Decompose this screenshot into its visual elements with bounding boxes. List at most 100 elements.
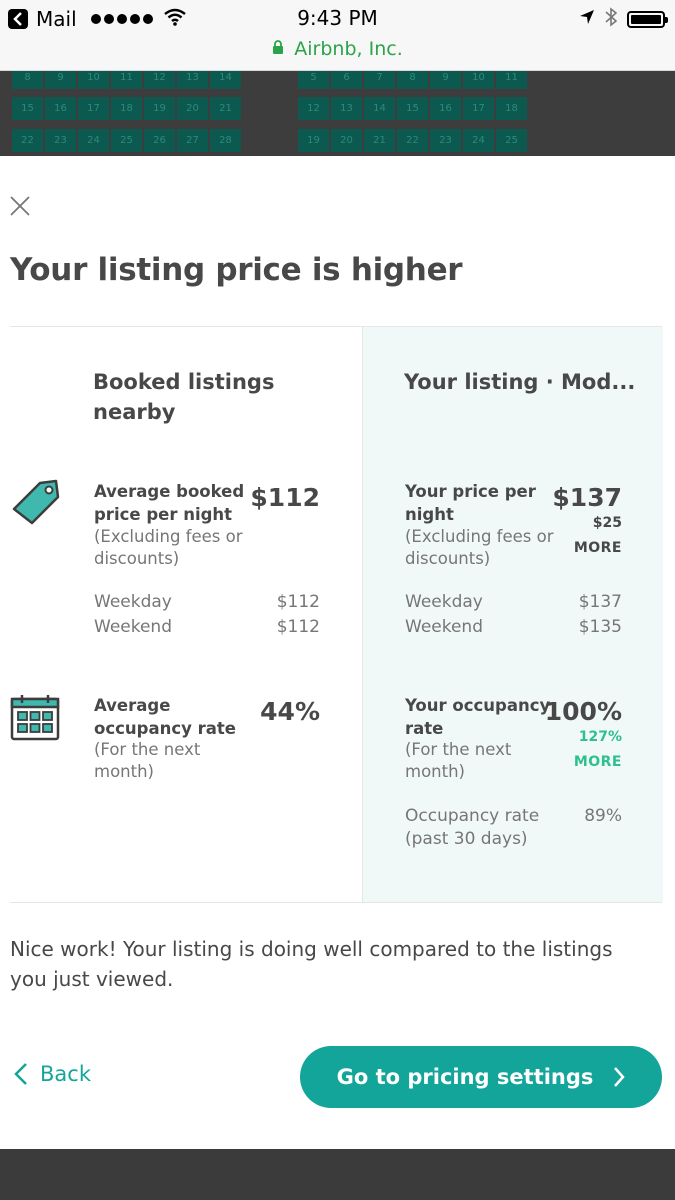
calendar-day-cell[interactable]: 15 (12, 97, 43, 120)
calendar-day-cell[interactable]: 25 (496, 129, 527, 152)
calendar-icon (10, 693, 60, 747)
occupancy-diff-label: MORE (573, 754, 622, 770)
calendar-day-cell[interactable]: 26 (144, 129, 175, 152)
weekend-label: Weekend (94, 617, 172, 637)
close-button[interactable] (8, 194, 32, 218)
close-icon (10, 196, 30, 216)
calendar-week-row: 5 6 7 8 9 10 11 (298, 71, 527, 89)
your-weekend-label: Weekend (405, 617, 483, 637)
calendar-day-cell[interactable]: 18 (496, 97, 527, 120)
avg-occupancy-value: 44% (260, 697, 320, 726)
calendar-day-cell[interactable]: 21 (364, 129, 395, 152)
calendar-day-cell[interactable]: 25 (111, 129, 142, 152)
calendar-day-cell[interactable]: 17 (463, 97, 494, 120)
calendar-week-row: 19 20 21 22 23 24 25 (298, 129, 527, 152)
avg-occupancy-sublabel: (For the next month) (94, 740, 201, 781)
calendar-day-cell[interactable]: 8 (397, 71, 428, 89)
calendar-day-cell[interactable]: 14 (364, 97, 395, 120)
calendar-day-cell[interactable]: 11 (111, 71, 142, 89)
calendar-day-cell[interactable]: 10 (78, 71, 109, 89)
calendar-day-cell[interactable]: 10 (463, 71, 494, 89)
calendar-day-cell[interactable]: 19 (298, 129, 329, 152)
calendar-day-cell[interactable]: 6 (331, 71, 362, 89)
calendar-week-row: 22 23 24 25 26 27 28 (12, 129, 241, 152)
battery-icon (627, 10, 668, 28)
your-occupancy-value: 100% (544, 697, 622, 726)
calendar-day-cell[interactable]: 12 (298, 97, 329, 120)
clock: 9:43 PM (297, 6, 378, 30)
calendar-day-cell[interactable]: 23 (45, 129, 76, 152)
calendar-day-cell[interactable]: 11 (496, 71, 527, 89)
comparison-table: Booked listings nearby Your listing · Mo… (10, 326, 663, 903)
calendar-day-cell[interactable]: 14 (210, 71, 241, 89)
calendar-day-cell[interactable]: 5 (298, 71, 329, 89)
back-button-label: Back (40, 1062, 91, 1086)
url-bar[interactable]: Airbnb, Inc. (0, 38, 675, 60)
calendar-day-cell[interactable]: 24 (463, 129, 494, 152)
price-comparison-modal: Your listing price is higher Booked list… (0, 156, 675, 1149)
calendar-day-cell[interactable]: 16 (430, 97, 461, 120)
your-occupancy-sublabel: (For the next month) (405, 740, 512, 781)
avg-price-label: Average booked price per night (94, 482, 245, 524)
background-calendar: 8 9 10 11 12 13 14 15 16 17 18 19 20 21 22 23 24 25 26 27… (0, 71, 675, 156)
summary-message: Nice work! Your listing is doing well co… (10, 937, 613, 991)
calendar-week-row: 8 9 10 11 12 13 14 (12, 71, 241, 89)
your-weekday-label: Weekday (405, 592, 483, 612)
calendar-day-cell[interactable]: 7 (364, 71, 395, 89)
past-occupancy-value: 89% (584, 806, 622, 826)
your-listing-column-heading[interactable]: Your listing · Mod... (404, 367, 654, 397)
calendar-day-cell[interactable]: 13 (177, 71, 208, 89)
modal-title: Your listing price is higher (10, 252, 463, 288)
chevron-right-icon (614, 1067, 626, 1087)
your-weekend-value: $135 (578, 617, 622, 637)
chevron-left-icon (14, 1063, 27, 1085)
background-overlay-bottom (0, 1149, 675, 1200)
price-tag-icon (10, 477, 62, 533)
lock-icon (272, 38, 284, 60)
calendar-day-cell[interactable]: 22 (12, 129, 43, 152)
calendar-day-cell[interactable]: 18 (111, 97, 142, 120)
status-icons (579, 6, 668, 32)
weekend-value: $112 (276, 617, 320, 637)
weekday-value: $112 (276, 592, 320, 612)
past-occupancy-label: Occupancy rate (past 30 days) (405, 806, 540, 849)
calendar-day-cell[interactable]: 15 (397, 97, 428, 120)
calendar-day-cell[interactable]: 20 (177, 97, 208, 120)
go-to-pricing-settings-button[interactable]: Go to pricing settings (300, 1046, 662, 1108)
calendar-day-cell[interactable]: 27 (177, 129, 208, 152)
avg-occupancy-label: Average occupancy rate (94, 696, 236, 738)
your-occupancy-label: Your occupancy rate (405, 696, 551, 738)
calendar-day-cell[interactable]: 17 (78, 97, 109, 120)
calendar-day-cell[interactable]: 12 (144, 71, 175, 89)
cta-label: Go to pricing settings (336, 1065, 594, 1089)
calendar-day-cell[interactable]: 21 (210, 97, 241, 120)
occupancy-diff-value: 127% (578, 729, 622, 745)
back-button[interactable]: Back (14, 1056, 91, 1092)
calendar-day-cell[interactable]: 20 (331, 129, 362, 152)
location-icon (579, 9, 595, 29)
calendar-day-cell[interactable]: 13 (331, 97, 362, 120)
calendar-week-row: 15 16 17 18 19 20 21 (12, 97, 241, 120)
calendar-day-cell[interactable]: 28 (210, 129, 241, 152)
calendar-day-cell[interactable]: 9 (45, 71, 76, 89)
calendar-day-cell[interactable]: 23 (430, 129, 461, 152)
your-weekday-value: $137 (578, 592, 622, 612)
calendar-week-row: 12 13 14 15 16 17 18 (298, 97, 527, 120)
ios-status-bar: Mail 9:43 PM Airbnb, Inc. (0, 0, 675, 71)
your-price-label: Your price per night (405, 482, 536, 524)
url-label: Airbnb, Inc. (294, 38, 403, 60)
avg-price-sublabel: (Excluding fees or discounts) (94, 527, 243, 568)
nearby-column-heading: Booked listings nearby (93, 370, 275, 424)
bluetooth-icon (605, 7, 618, 31)
calendar-day-cell[interactable]: 16 (45, 97, 76, 120)
your-price-value: $137 (552, 483, 622, 512)
weekday-label: Weekday (94, 592, 172, 612)
calendar-day-cell[interactable]: 22 (397, 129, 428, 152)
calendar-day-cell[interactable]: 9 (430, 71, 461, 89)
calendar-day-cell[interactable]: 8 (12, 71, 43, 89)
avg-price-value: $112 (250, 483, 320, 512)
price-diff-value: $25 (592, 515, 622, 531)
price-diff-label: MORE (573, 540, 622, 556)
calendar-day-cell[interactable]: 24 (78, 129, 109, 152)
calendar-day-cell[interactable]: 19 (144, 97, 175, 120)
